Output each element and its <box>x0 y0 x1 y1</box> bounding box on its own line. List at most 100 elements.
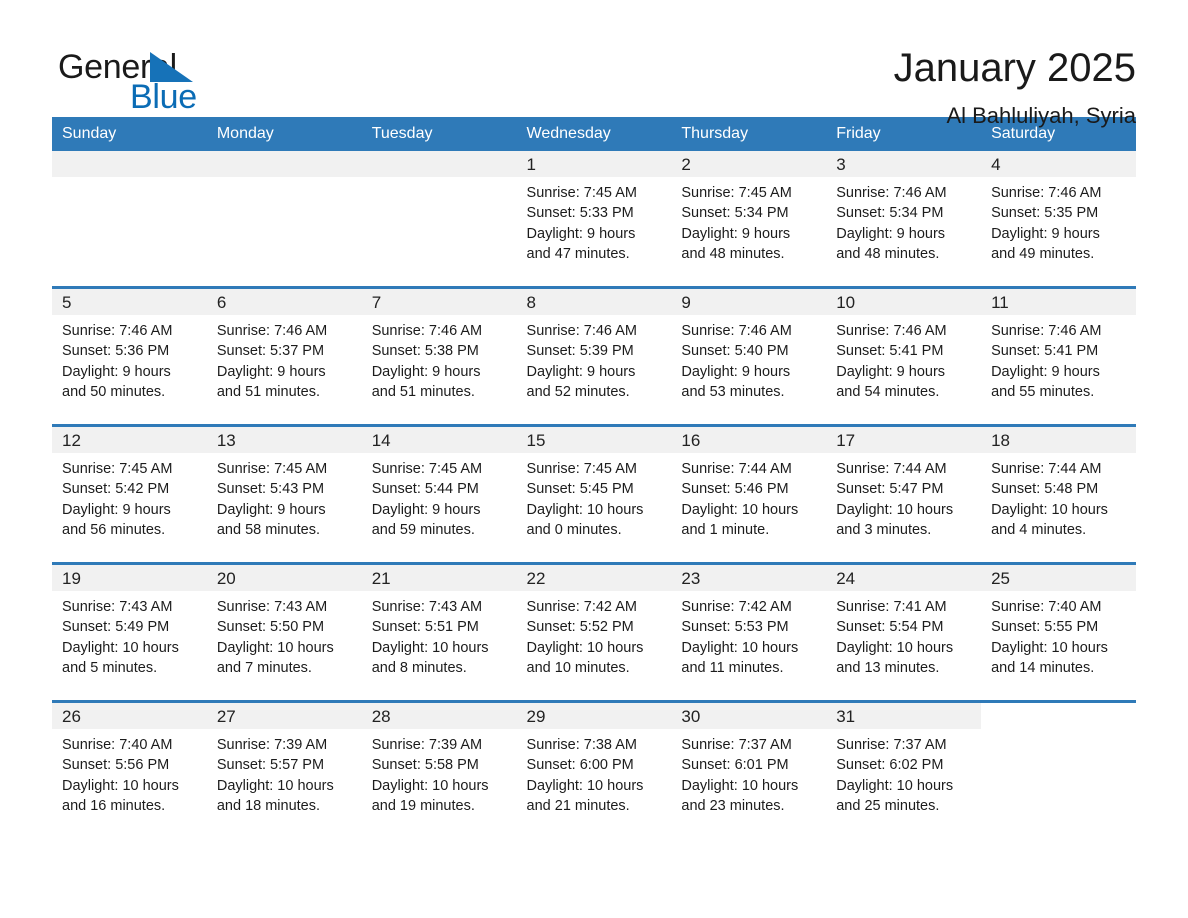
sunset-text: Sunset: 5:45 PM <box>526 481 634 498</box>
calendar-day-cell[interactable]: 6 Sunrise: 7:46 AM Sunset: 5:37 PM Daylight… <box>206 289 362 424</box>
day-number: 16 <box>671 427 827 453</box>
calendar-day-cell[interactable]: 13 Sunrise: 7:45 AM Sunset: 5:43 PM Dayligh… <box>206 427 362 562</box>
calendar-day-cell[interactable]: 18 Sunrise: 7:44 AM Sunset: 5:48 PM Dayligh… <box>981 427 1136 562</box>
calendar-day-cell[interactable]: 26 Sunrise: 7:40 AM Sunset: 5:56 PM Dayligh… <box>52 703 207 838</box>
daylight-text-cont: and 50 minutes. <box>62 384 166 401</box>
calendar-day-cell[interactable]: 17 Sunrise: 7:44 AM Sunset: 5:47 PM Dayligh… <box>826 427 982 562</box>
sunrise-text: Sunrise: 7:46 AM <box>62 323 173 339</box>
day-number: 17 <box>826 427 982 453</box>
day-number: 9 <box>671 289 827 315</box>
day-details: Sunrise: 7:45 AM Sunset: 5:43 PM Daylight:… <box>207 453 362 541</box>
sunset-text: Sunset: 5:35 PM <box>991 205 1099 222</box>
sunset-text: Sunset: 5:48 PM <box>991 481 1099 498</box>
sunrise-text: Sunrise: 7:46 AM <box>991 185 1102 201</box>
calendar-day-cell-empty <box>981 703 1136 838</box>
calendar-day-cell[interactable]: 3 Sunrise: 7:46 AM Sunset: 5:34 PM Daylight… <box>826 151 982 286</box>
daylight-text: Daylight: 10 hours <box>371 639 489 656</box>
calendar-day-cell[interactable]: 31 Sunrise: 7:37 AM Sunset: 6:02 PM Dayligh… <box>826 703 982 838</box>
daylight-text-cont: and 4 minutes. <box>991 522 1087 539</box>
calendar-day-cell[interactable]: 9 Sunrise: 7:46 AM Sunset: 5:40 PM Daylight… <box>671 289 827 424</box>
calendar-day-cell[interactable]: 23 Sunrise: 7:42 AM Sunset: 5:53 PM Dayligh… <box>671 565 827 700</box>
daylight-text-cont: and 19 minutes. <box>371 798 475 815</box>
day-number: 5 <box>52 289 207 315</box>
sunset-text: Sunset: 6:02 PM <box>836 757 944 774</box>
daylight-text: Daylight: 9 hours <box>681 363 791 380</box>
day-number: 28 <box>361 703 517 729</box>
calendar-day-cell[interactable]: 1 Sunrise: 7:45 AM Sunset: 5:33 PM Daylight… <box>516 151 672 286</box>
daylight-text: Daylight: 10 hours <box>371 777 489 794</box>
daylight-text: Daylight: 9 hours <box>371 501 481 518</box>
day-details: Sunrise: 7:46 AM Sunset: 5:40 PM Daylight:… <box>671 315 826 403</box>
day-number: 31 <box>826 703 982 729</box>
calendar-day-cell[interactable]: 27 Sunrise: 7:39 AM Sunset: 5:57 PM Dayligh… <box>206 703 362 838</box>
daylight-text-cont: and 52 minutes. <box>526 384 630 401</box>
day-details: Sunrise: 7:46 AM Sunset: 5:39 PM Daylight:… <box>517 315 672 403</box>
daylight-text-cont: and 48 minutes. <box>681 246 785 263</box>
daylight-text-cont: and 10 minutes. <box>526 660 630 677</box>
logo-text-blue: Blue <box>130 78 197 116</box>
daylight-text: Daylight: 10 hours <box>216 777 334 794</box>
day-number <box>981 703 1136 729</box>
daylight-text: Daylight: 10 hours <box>526 777 644 794</box>
daylight-text: Daylight: 9 hours <box>526 225 636 242</box>
daylight-text-cont: and 49 minutes. <box>991 246 1095 263</box>
calendar-day-cell[interactable]: 14 Sunrise: 7:45 AM Sunset: 5:44 PM Dayligh… <box>361 427 517 562</box>
day-number: 19 <box>52 565 207 591</box>
calendar-day-cell[interactable]: 20 Sunrise: 7:43 AM Sunset: 5:50 PM Dayligh… <box>206 565 362 700</box>
sunset-text: Sunset: 6:00 PM <box>526 757 634 774</box>
sunrise-text: Sunrise: 7:45 AM <box>526 185 637 201</box>
sunset-text: Sunset: 5:36 PM <box>62 343 170 360</box>
daylight-text: Daylight: 10 hours <box>62 777 179 794</box>
sunset-text: Sunset: 5:34 PM <box>681 205 789 222</box>
calendar-day-cell[interactable]: 28 Sunrise: 7:39 AM Sunset: 5:58 PM Dayligh… <box>361 703 517 838</box>
calendar-day-cell[interactable]: 21 Sunrise: 7:43 AM Sunset: 5:51 PM Dayligh… <box>361 565 517 700</box>
daylight-text-cont: and 13 minutes. <box>836 660 940 677</box>
daylight-text-cont: and 11 minutes. <box>681 660 784 677</box>
sunrise-text: Sunrise: 7:40 AM <box>991 599 1102 615</box>
calendar-day-cell[interactable]: 8 Sunrise: 7:46 AM Sunset: 5:39 PM Daylight… <box>516 289 672 424</box>
sunrise-text: Sunrise: 7:41 AM <box>836 599 947 615</box>
calendar-body: 1 Sunrise: 7:45 AM Sunset: 5:33 PM Daylight… <box>52 151 1136 838</box>
day-details: Sunrise: 7:37 AM Sunset: 6:02 PM Daylight:… <box>826 729 981 817</box>
day-details: Sunrise: 7:39 AM Sunset: 5:57 PM Daylight:… <box>207 729 362 817</box>
calendar-day-cell[interactable]: 5 Sunrise: 7:46 AM Sunset: 5:36 PM Daylight… <box>52 289 207 424</box>
day-number: 27 <box>206 703 362 729</box>
daylight-text: Daylight: 10 hours <box>681 501 799 518</box>
day-number: 21 <box>361 565 517 591</box>
daylight-text: Daylight: 9 hours <box>62 501 171 518</box>
weekday-header-tuesday: Tuesday <box>361 117 517 151</box>
daylight-text-cont: and 59 minutes. <box>371 522 475 539</box>
calendar-day-cell[interactable]: 24 Sunrise: 7:41 AM Sunset: 5:54 PM Dayligh… <box>826 565 982 700</box>
day-number <box>52 151 207 177</box>
calendar-day-cell[interactable]: 11 Sunrise: 7:46 AM Sunset: 5:41 PM Dayligh… <box>981 289 1136 424</box>
sunrise-text: Sunrise: 7:44 AM <box>836 461 947 477</box>
calendar-day-cell[interactable]: 29 Sunrise: 7:38 AM Sunset: 6:00 PM Dayligh… <box>516 703 672 838</box>
daylight-text: Daylight: 9 hours <box>62 363 171 380</box>
day-details: Sunrise: 7:43 AM Sunset: 5:49 PM Daylight:… <box>52 591 207 679</box>
calendar-day-cell[interactable]: 7 Sunrise: 7:46 AM Sunset: 5:38 PM Daylight… <box>361 289 517 424</box>
sunrise-text: Sunrise: 7:39 AM <box>216 737 328 753</box>
sunrise-text: Sunrise: 7:45 AM <box>681 185 792 201</box>
calendar-day-cell[interactable]: 22 Sunrise: 7:42 AM Sunset: 5:52 PM Dayligh… <box>516 565 672 700</box>
calendar-day-cell[interactable]: 2 Sunrise: 7:45 AM Sunset: 5:34 PM Daylight… <box>671 151 827 286</box>
calendar-day-cell[interactable]: 30 Sunrise: 7:37 AM Sunset: 6:01 PM Dayligh… <box>671 703 827 838</box>
calendar-week-row: 1 Sunrise: 7:45 AM Sunset: 5:33 PM Daylight… <box>52 151 1136 288</box>
sunrise-text: Sunrise: 7:46 AM <box>526 323 637 339</box>
daylight-text: Daylight: 10 hours <box>216 639 334 656</box>
daylight-text: Daylight: 9 hours <box>216 363 326 380</box>
calendar-day-cell[interactable]: 10 Sunrise: 7:46 AM Sunset: 5:41 PM Dayligh… <box>826 289 982 424</box>
calendar-day-cell[interactable]: 19 Sunrise: 7:43 AM Sunset: 5:49 PM Dayligh… <box>52 565 207 700</box>
daylight-text-cont: and 25 minutes. <box>836 798 940 815</box>
day-number: 20 <box>206 565 362 591</box>
weekday-header-sunday: Sunday <box>52 117 207 151</box>
daylight-text: Daylight: 9 hours <box>681 225 791 242</box>
calendar-day-cell[interactable]: 16 Sunrise: 7:44 AM Sunset: 5:46 PM Dayligh… <box>671 427 827 562</box>
day-details: Sunrise: 7:37 AM Sunset: 6:01 PM Daylight:… <box>671 729 826 817</box>
calendar-day-cell[interactable]: 12 Sunrise: 7:45 AM Sunset: 5:42 PM Dayligh… <box>52 427 207 562</box>
day-number: 6 <box>206 289 362 315</box>
general-blue-logo[interactable]: General Blue <box>52 44 202 116</box>
calendar-day-cell[interactable]: 4 Sunrise: 7:46 AM Sunset: 5:35 PM Daylight… <box>981 151 1136 286</box>
sunrise-text: Sunrise: 7:39 AM <box>371 737 483 753</box>
calendar-day-cell[interactable]: 25 Sunrise: 7:40 AM Sunset: 5:55 PM Dayligh… <box>981 565 1136 700</box>
calendar-day-cell[interactable]: 15 Sunrise: 7:45 AM Sunset: 5:45 PM Dayligh… <box>516 427 672 562</box>
